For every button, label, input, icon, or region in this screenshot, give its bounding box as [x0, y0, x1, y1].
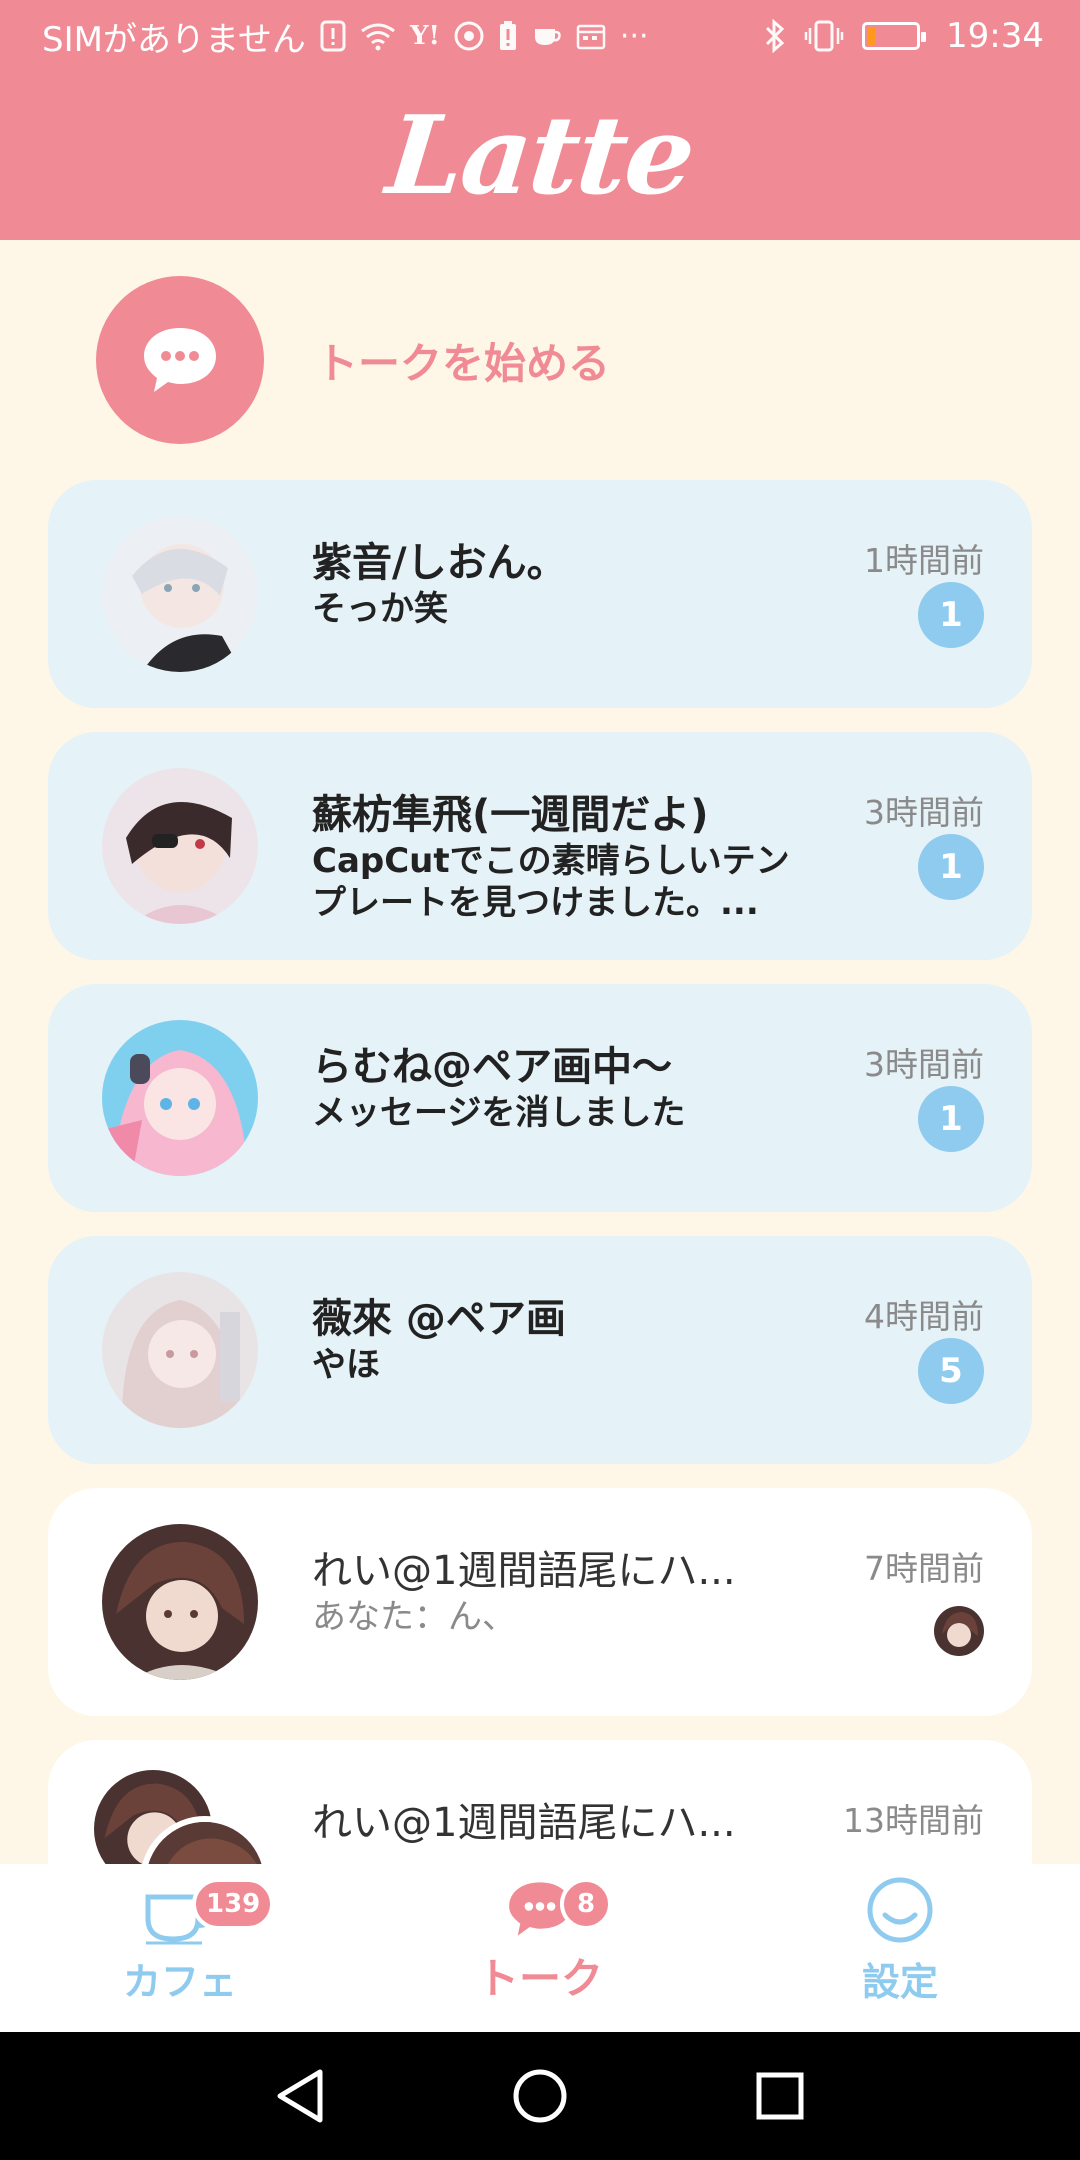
nav-talk-label: トーク [476, 1954, 603, 2003]
conversation-item[interactable]: らむね@ペア画中〜 メッセージを消しました 3時間前 1 [48, 984, 1032, 1212]
vibrate-icon [804, 20, 844, 52]
unread-badge: 1 [918, 834, 984, 900]
nav-cafe-label: カフェ [122, 1960, 237, 2004]
more-icon: ··· [619, 18, 649, 54]
conversation-message: そっか笑 [312, 589, 448, 629]
system-navigation-bar [0, 2032, 1080, 2160]
chrome-icon [454, 21, 484, 51]
app-logo: Latte [381, 93, 699, 219]
conversation-time: 3時間前 [864, 1045, 984, 1084]
status-bar: SIMがありません Y! ··· 19:34 [0, 0, 1080, 72]
conversation-item[interactable]: 蘇枋隼飛(一週間だよ) CapCutでこの素晴らしいテンプレートを見つけました。… [48, 732, 1032, 960]
conversation-time: 1時間前 [864, 541, 984, 580]
conversation-message: やほ [312, 1345, 380, 1385]
home-circle-icon [513, 2069, 567, 2123]
clock-text: 19:34 [946, 16, 1044, 56]
avatar[interactable] [102, 1020, 258, 1176]
start-talk-label[interactable]: トークを始める [316, 330, 610, 391]
conversation-item[interactable]: 薇來 @ペア画 やほ 4時間前 5 [48, 1236, 1032, 1464]
nav-cafe[interactable]: カフェ 139 [110, 1864, 275, 2032]
nav-settings-label: 設定 [861, 1960, 938, 2004]
cup-icon [532, 23, 562, 49]
avatar[interactable] [102, 1524, 258, 1680]
wifi-icon [360, 21, 396, 51]
back-triangle-icon [277, 2069, 323, 2123]
app-header: Latte [0, 72, 1080, 240]
conversation-message: メッセージを消しました [312, 1093, 686, 1133]
unread-badge: 5 [918, 1338, 984, 1404]
conversation-name: 薇來 @ペア画 [312, 1296, 566, 1342]
battery-icon [862, 22, 927, 50]
unread-badge: 1 [918, 1086, 984, 1152]
conversation-item[interactable]: れい@1週間語尾にハ... あなた：ん、 7時間前 [48, 1488, 1032, 1716]
conversation-name: れい@1週間語尾にハ... [312, 1548, 736, 1594]
avatar[interactable] [102, 516, 258, 672]
start-talk-button[interactable]: トークを始める [96, 276, 610, 444]
back-button[interactable] [260, 2056, 340, 2136]
nav-talk-badge: 8 [560, 1878, 612, 1930]
conversation-time: 3時間前 [864, 793, 984, 832]
carrier-text: SIMがありません [42, 19, 306, 60]
bluetooth-icon [764, 19, 786, 53]
conversation-time: 13時間前 [843, 1801, 984, 1840]
unread-badge: 1 [918, 582, 984, 648]
conversation-time: 4時間前 [864, 1297, 984, 1336]
conversation-message: CapCutでこの素晴らしいテンプレートを見つけました。... [312, 841, 790, 923]
conversation-time: 7時間前 [864, 1549, 984, 1588]
conversation-name: らむね@ペア画中〜 [312, 1044, 672, 1090]
nav-settings[interactable]: 設定 [830, 1864, 970, 2032]
conversation-list[interactable]: 紫音/しおん。 そっか笑 1時間前 1 蘇枋隼飛(一週間だよ) CapCutでこ… [48, 480, 1032, 1864]
recents-button[interactable] [740, 2056, 820, 2136]
chat-bubble-icon [144, 328, 216, 392]
smiley-icon [867, 1877, 933, 1943]
read-receipt-avatar [934, 1606, 984, 1656]
battery-level [867, 27, 875, 45]
conversation-name: 紫音/しおん。 [312, 540, 567, 586]
bottom-navigation: カフェ 139 トーク 8 設定 [0, 1864, 1080, 2032]
conversation-message: あなた：ん、 [312, 1597, 516, 1637]
alert-icon [320, 20, 346, 52]
recents-square-icon [756, 2072, 804, 2120]
conversation-name: れい@1週間語尾にハ... [312, 1800, 736, 1846]
avatar[interactable] [102, 1272, 258, 1428]
conversation-item[interactable]: れい@1週間語尾にハ... 13時間前 [48, 1740, 1032, 1864]
home-button[interactable] [500, 2056, 580, 2136]
conversation-item[interactable]: 紫音/しおん。 そっか笑 1時間前 1 [48, 480, 1032, 708]
yahoo-icon: Y! [409, 21, 440, 51]
calendar-icon [576, 22, 606, 50]
start-talk-circle[interactable] [96, 276, 264, 444]
conversation-name: 蘇枋隼飛(一週間だよ) [312, 792, 709, 838]
battery-alert-icon [498, 20, 518, 52]
avatar[interactable] [102, 768, 258, 924]
nav-talk[interactable]: トーク 8 [460, 1864, 620, 2032]
nav-cafe-badge: 139 [192, 1878, 275, 1930]
